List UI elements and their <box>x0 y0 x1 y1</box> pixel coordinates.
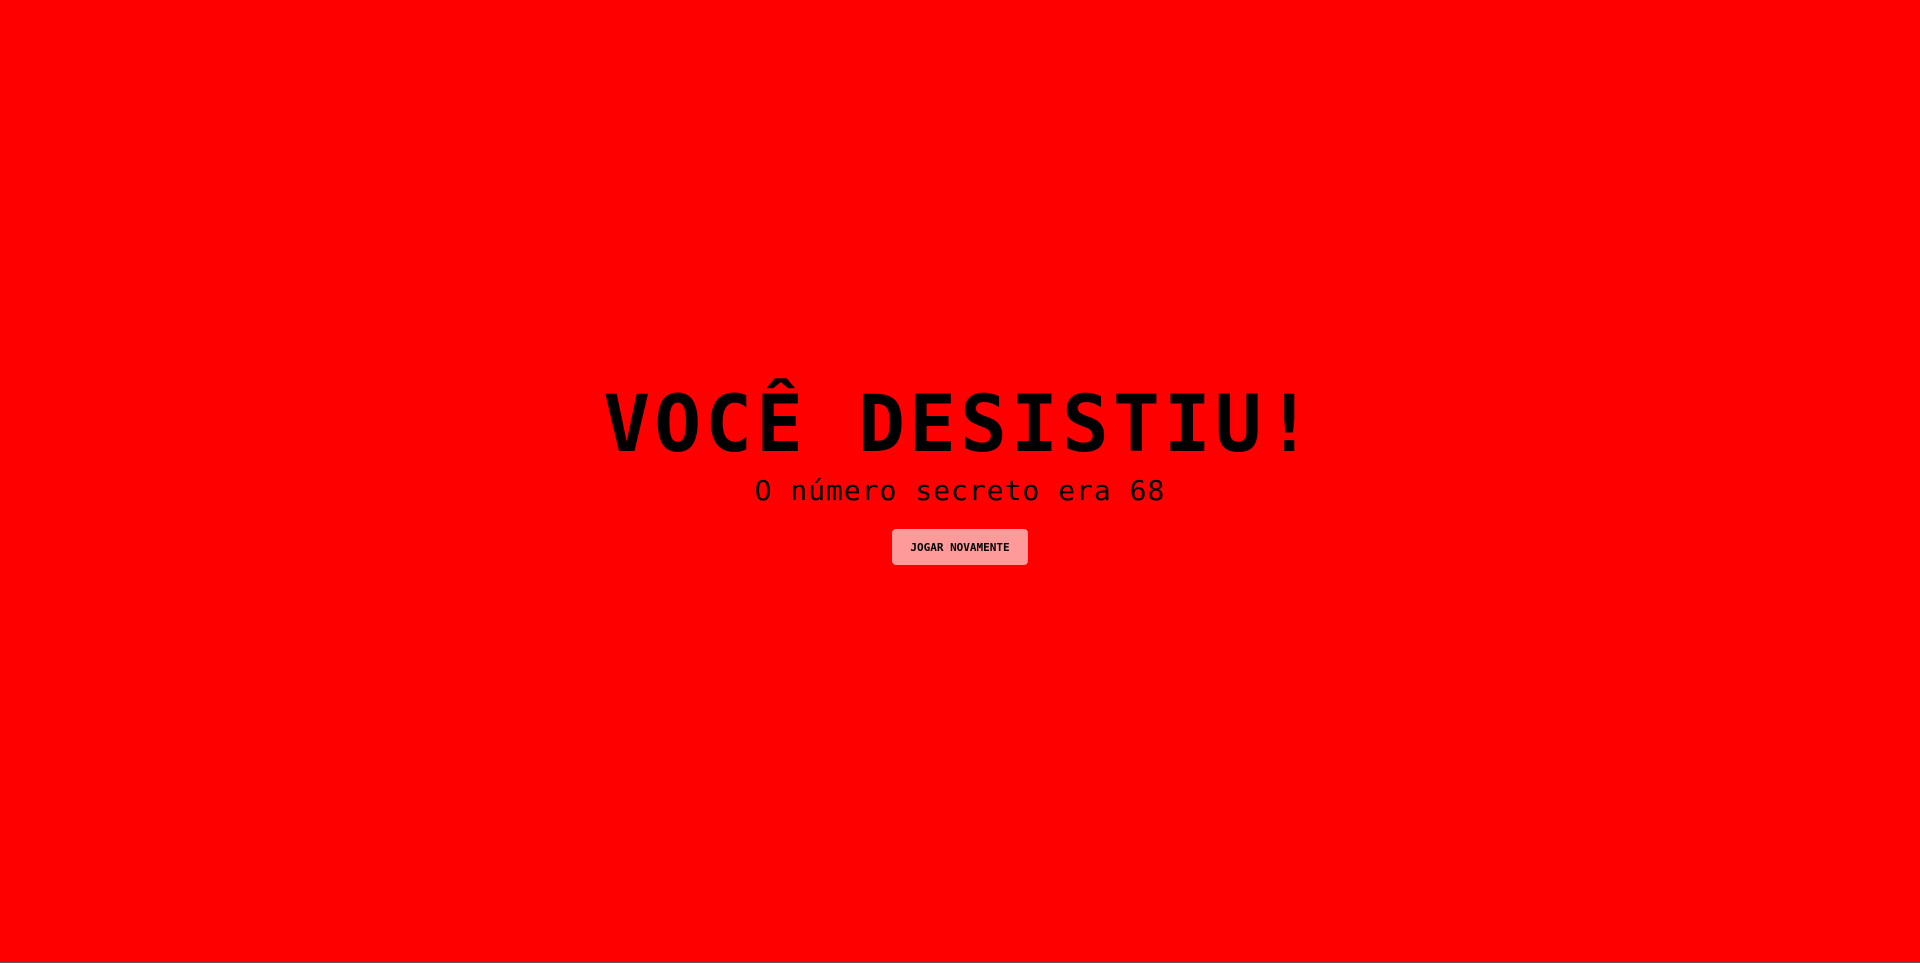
result-panel: VOCÊ DESISTIU! O número secreto era 68 J… <box>0 385 1920 565</box>
game-over-screen: VOCÊ DESISTIU! O número secreto era 68 J… <box>0 0 1920 963</box>
secret-number-message: O número secreto era 68 <box>754 474 1166 507</box>
result-title: VOCÊ DESISTIU! <box>603 380 1317 470</box>
play-again-button[interactable]: JOGAR NOVAMENTE <box>892 529 1028 565</box>
